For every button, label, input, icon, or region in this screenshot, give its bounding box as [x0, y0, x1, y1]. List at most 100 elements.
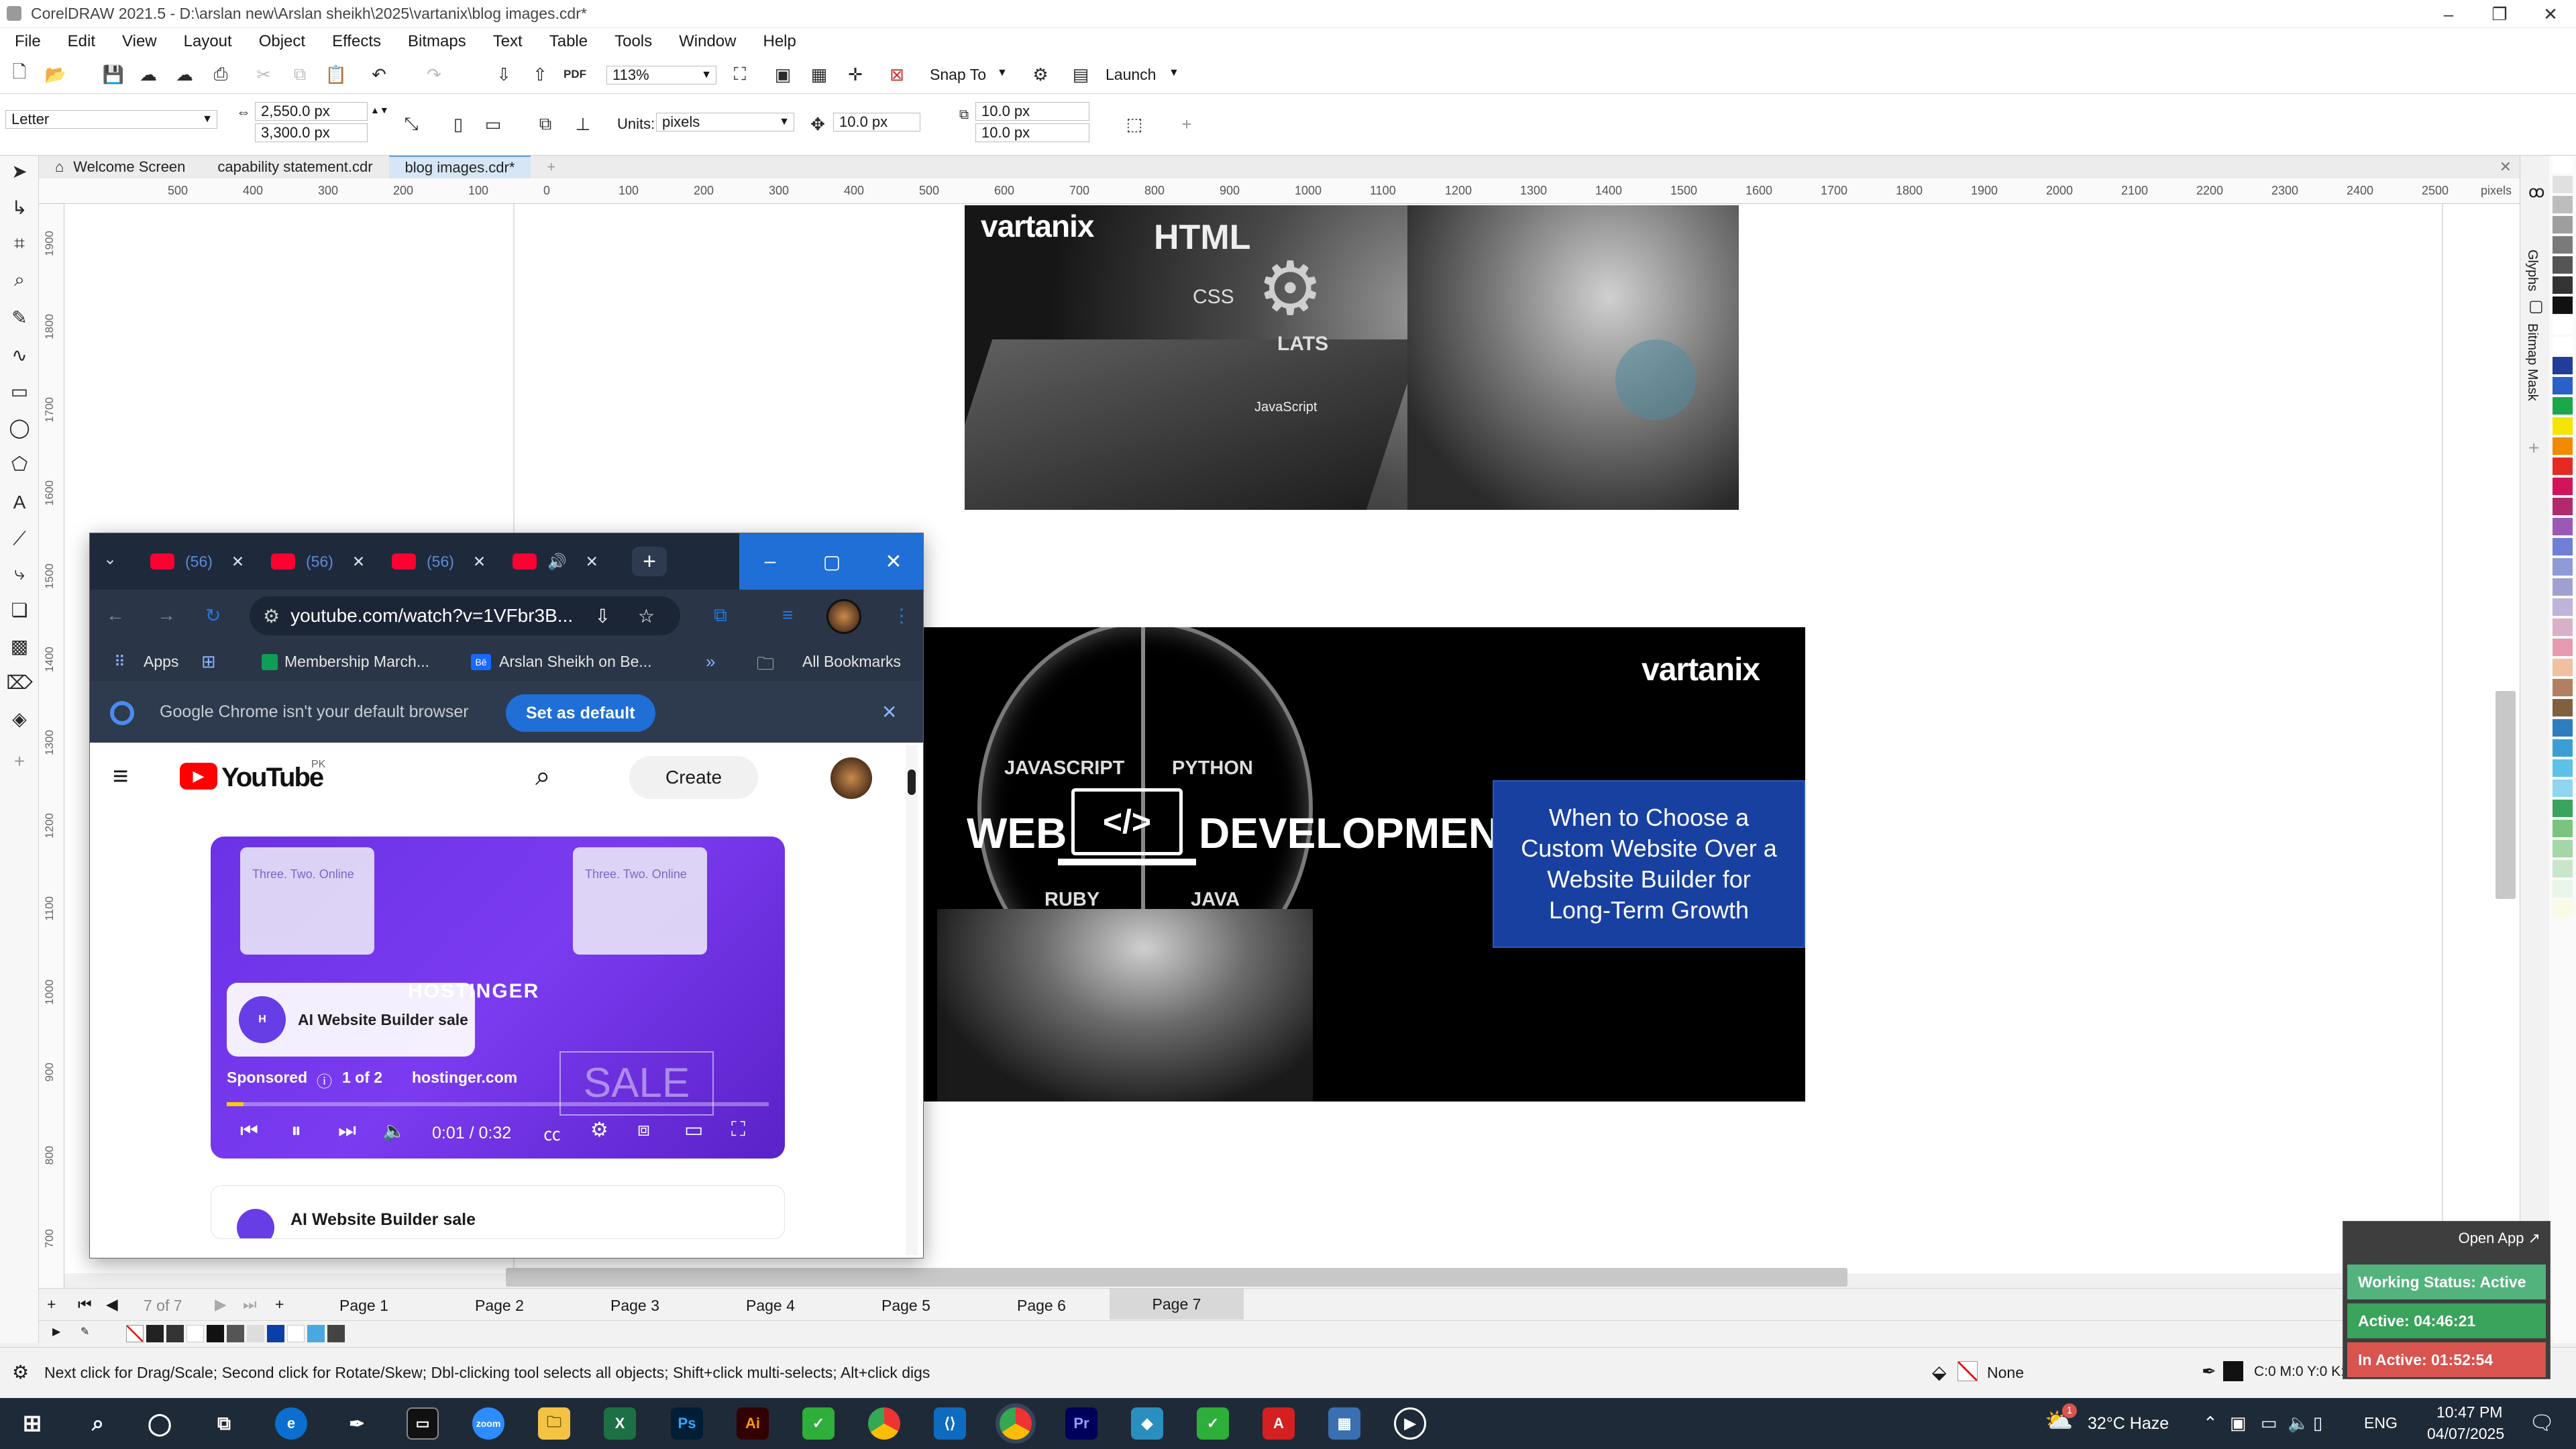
close-icon[interactable]: ✕	[352, 553, 365, 571]
pick-tool-icon[interactable]: ➤	[7, 158, 32, 184]
site-info-icon[interactable]: ⚙	[263, 605, 280, 627]
terminal-icon[interactable]: ▭	[407, 1407, 439, 1440]
settings-gear-icon[interactable]: ⚙	[590, 1118, 608, 1142]
polygon-tool-icon[interactable]: ⬠	[7, 451, 32, 476]
next-page-icon[interactable]: ▶	[215, 1295, 227, 1313]
add-tab-icon[interactable]: +	[531, 156, 572, 178]
close-icon[interactable]: ✕	[881, 701, 897, 723]
coreldraw-2-icon[interactable]: ✓	[1197, 1407, 1229, 1440]
user-avatar[interactable]	[830, 757, 872, 799]
install-app-icon[interactable]: ⇩	[595, 605, 610, 627]
bookmark-star-icon[interactable]: ☆	[638, 605, 655, 627]
previous-icon[interactable]: ⏮	[240, 1120, 258, 1142]
color-palette[interactable]	[2549, 156, 2576, 1343]
palette-swatch[interactable]	[2553, 397, 2573, 415]
palette-swatch[interactable]	[2553, 759, 2573, 777]
ad-domain[interactable]: hostinger.com	[412, 1069, 517, 1087]
menu-text[interactable]: Text	[493, 32, 523, 51]
notification-icon[interactable]: 🗨	[2529, 1411, 2555, 1435]
set-default-button[interactable]: Set as default	[506, 694, 655, 732]
palette-swatch[interactable]	[2553, 256, 2573, 274]
page-width-field[interactable]: 2,550.0 px	[255, 102, 368, 121]
expand-palette-icon[interactable]: ▶	[52, 1325, 60, 1338]
close-icon[interactable]: ✕	[473, 553, 486, 571]
minimize-icon[interactable]: –	[2423, 0, 2474, 28]
menu-layout[interactable]: Layout	[184, 32, 232, 51]
add-docker-icon[interactable]: +	[2528, 437, 2539, 459]
speaker-icon[interactable]: 🔈	[2288, 1413, 2309, 1434]
palette-swatch[interactable]	[2553, 598, 2573, 616]
dup-x-field[interactable]: 10.0 px	[975, 102, 1089, 121]
vertical-scrollbar[interactable]	[2496, 691, 2516, 899]
swatch-black-2[interactable]	[207, 1325, 224, 1342]
current-page-icon[interactable]: ⧉	[534, 113, 557, 136]
illustrator-icon[interactable]: Ai	[737, 1407, 769, 1440]
palette-swatch[interactable]	[2553, 478, 2573, 495]
tray-overflow-icon[interactable]: ⌃	[2203, 1413, 2218, 1434]
transparency-icon[interactable]: ▩	[7, 633, 32, 659]
cortana-icon[interactable]: ◯	[144, 1407, 176, 1440]
page-tab-3[interactable]: Page 3	[610, 1297, 659, 1315]
miniplayer-icon[interactable]: ⧈	[637, 1118, 650, 1141]
horizontal-scrollbar[interactable]	[506, 1268, 1847, 1287]
create-button[interactable]: Create	[629, 756, 758, 799]
chrome-tab-2[interactable]: (56) ✕	[271, 549, 385, 574]
zoom-icon[interactable]: zoom	[472, 1407, 504, 1440]
menu-view[interactable]: View	[122, 32, 157, 51]
freehand-tool-icon[interactable]: ✎	[7, 305, 32, 330]
menu-file[interactable]: File	[15, 32, 41, 51]
open-app-link[interactable]: Open App ↗	[2459, 1230, 2540, 1247]
captions-icon[interactable]: ㏄	[543, 1121, 561, 1146]
palette-swatch[interactable]	[2553, 176, 2573, 193]
tab-search-icon[interactable]: ⌄	[103, 549, 117, 569]
palette-swatch[interactable]	[2553, 297, 2573, 314]
back-icon[interactable]: ←	[106, 604, 125, 626]
page-tab-7[interactable]: Page 7	[1110, 1289, 1244, 1320]
cloud-upload-icon[interactable]: ☁	[173, 63, 196, 86]
youtube-logo-icon[interactable]: ▶	[180, 763, 217, 790]
launch-icon[interactable]: ▤	[1069, 63, 1092, 86]
media-player-icon[interactable]: ▶	[1394, 1407, 1426, 1440]
restore-icon[interactable]: ❐	[2474, 0, 2525, 28]
palette-swatch[interactable]	[2553, 800, 2573, 817]
battery-icon[interactable]: ▯	[2313, 1413, 2322, 1434]
menu-tools[interactable]: Tools	[614, 32, 652, 51]
palette-swatch[interactable]	[2553, 578, 2573, 596]
info-icon[interactable]: ⓘ	[317, 1069, 332, 1091]
add-page-end-icon[interactable]: +	[275, 1295, 284, 1313]
palette-swatch[interactable]	[2553, 337, 2573, 354]
chrome-icon[interactable]	[868, 1407, 900, 1440]
snap-off-icon[interactable]: ⊠	[885, 63, 908, 86]
page-tab-4[interactable]: Page 4	[746, 1297, 795, 1315]
palette-swatch[interactable]	[2553, 860, 2573, 877]
page-tab-6[interactable]: Page 6	[1017, 1297, 1066, 1315]
spinner-icon[interactable]: ▲▼	[370, 105, 389, 115]
vertical-ruler[interactable]: 1900 1800 1700 1600 1500 1400 1300 1200 1100 1000…	[39, 204, 64, 1341]
video-player[interactable]: Three. Two. Online Three. Two. Online HO…	[211, 837, 785, 1159]
palette-swatch[interactable]	[2553, 900, 2573, 918]
fullscreen-icon[interactable]: ⛶	[731, 1118, 745, 1141]
profile-avatar[interactable]	[826, 599, 861, 634]
bookmark-behance[interactable]: Arslan Sheikh on Be...	[499, 653, 652, 671]
eyedropper-icon[interactable]: ✎	[80, 1325, 89, 1338]
close-icon[interactable]: ✕	[2525, 0, 2576, 28]
import-icon[interactable]: ⇩	[492, 63, 515, 86]
palette-swatch[interactable]	[2553, 558, 2573, 576]
search-icon[interactable]: ⌕	[535, 761, 550, 792]
paste-icon[interactable]: 📋	[325, 63, 347, 86]
bookmark-membership[interactable]: Membership March...	[284, 653, 429, 671]
tab-blog-images[interactable]: blog images.cdr*	[388, 156, 531, 178]
palette-swatch[interactable]	[2553, 538, 2573, 555]
add-page-icon[interactable]: +	[47, 1295, 56, 1313]
palette-swatch[interactable]	[2553, 880, 2573, 898]
redo-icon[interactable]: ↷	[423, 63, 445, 86]
text-tool-icon[interactable]: A	[7, 490, 32, 515]
volume-icon[interactable]: 🔈	[382, 1120, 406, 1142]
portrait-icon[interactable]: ▯	[447, 113, 470, 136]
palette-swatch[interactable]	[2553, 820, 2573, 837]
edge-icon[interactable]: e	[275, 1407, 307, 1440]
swatch-black[interactable]	[146, 1325, 164, 1342]
cut-icon[interactable]: ✂	[252, 63, 275, 86]
bleed-icon[interactable]: ⊥	[572, 113, 594, 136]
swatch-light-gray[interactable]	[247, 1325, 264, 1342]
